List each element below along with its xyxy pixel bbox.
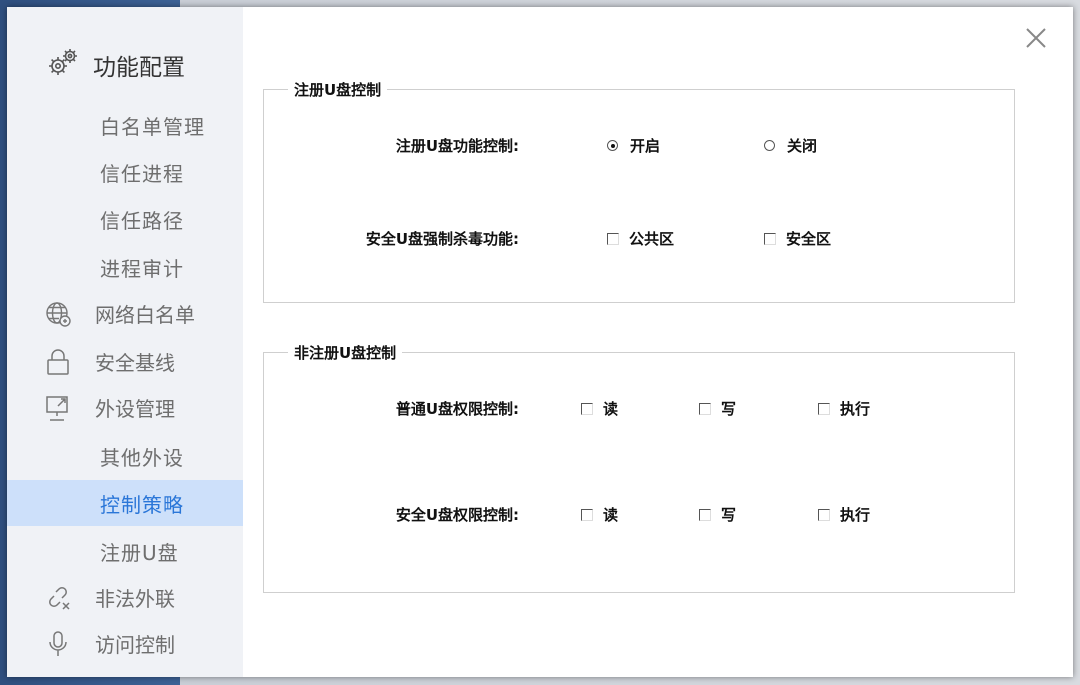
checkbox-label: 写 [721, 506, 737, 524]
sidebar-item-process-audit[interactable]: 进程审计 [7, 245, 243, 289]
checkbox-box [818, 508, 830, 521]
sidebar-item-network-whitelist[interactable]: 网络白名单 [7, 291, 243, 335]
sidebar-item-label: 信任路径 [100, 208, 184, 233]
checkbox-label: 读 [603, 506, 619, 524]
checkbox-secure-execute[interactable]: 执行 [818, 504, 870, 525]
sidebar-item-label: 信任进程 [100, 161, 184, 186]
sidebar-item-label: 外设管理 [95, 396, 175, 421]
radio-label: 关闭 [787, 137, 818, 155]
checkbox-secure-read[interactable]: 读 [581, 504, 618, 525]
settings-dialog: 功能配置 白名单管理 信任进程 信任路径 进程审计 网络白名单 安全基线 外设管… [7, 7, 1073, 677]
sidebar-item-label: 白名单管理 [100, 114, 205, 139]
sidebar-item-label: 安全基线 [95, 350, 175, 375]
radio-label: 开启 [630, 137, 661, 155]
close-button[interactable] [1019, 21, 1053, 55]
sidebar-header: 功能配置 [45, 47, 185, 83]
broken-link-icon [44, 584, 72, 612]
secure-usb-permission-label: 安全U盘权限控制: [395, 506, 519, 524]
radio-indicator [607, 140, 618, 151]
sidebar-item-other-peripherals[interactable]: 其他外设 [7, 434, 243, 478]
sidebar-item-label: 注册U盘 [100, 540, 179, 565]
sidebar-item-label: 其他外设 [100, 445, 184, 470]
sidebar-item-security-baseline[interactable]: 安全基线 [7, 339, 243, 383]
sidebar-item-label: 访问控制 [95, 632, 175, 657]
checkbox-label: 读 [603, 400, 619, 418]
globe-icon [44, 300, 72, 328]
sidebar-item-illegal-outreach[interactable]: 非法外联 [7, 575, 243, 619]
normal-usb-permission-label: 普通U盘权限控制: [395, 400, 519, 418]
checkbox-box [607, 232, 619, 245]
group-title: 注册U盘控制 [288, 79, 388, 100]
checkbox-public-zone[interactable]: 公共区 [607, 228, 674, 249]
sidebar-item-control-policy[interactable]: 控制策略 [7, 480, 243, 526]
group-title: 非注册U盘控制 [288, 342, 403, 363]
checkbox-secure-write[interactable]: 写 [699, 504, 736, 525]
checkbox-normal-write[interactable]: 写 [699, 398, 736, 419]
lock-icon [44, 348, 72, 376]
sidebar-item-whitelist[interactable]: 白名单管理 [7, 103, 243, 147]
checkbox-box [581, 508, 593, 521]
sidebar-item-registered-usb[interactable]: 注册U盘 [7, 529, 243, 573]
checkbox-label: 写 [721, 400, 737, 418]
checkbox-box [699, 402, 711, 415]
sidebar-item-trusted-process[interactable]: 信任进程 [7, 150, 243, 194]
radio-indicator [764, 140, 775, 151]
registered-usb-group: 注册U盘控制 注册U盘功能控制: 开启 关闭 安全U盘强制杀毒功能: 公共区 安… [263, 79, 1015, 303]
checkbox-label: 安全区 [786, 230, 832, 248]
antivirus-label: 安全U盘强制杀毒功能: [365, 230, 519, 248]
sidebar-item-label: 进程审计 [100, 256, 184, 281]
sidebar-title: 功能配置 [93, 55, 185, 81]
sidebar-item-label: 网络白名单 [95, 302, 195, 327]
sidebar-item-label: 控制策略 [100, 492, 184, 517]
checkbox-box [764, 232, 776, 245]
sidebar-item-label: 非法外联 [95, 586, 175, 611]
sidebar-item-peripheral-management[interactable]: 外设管理 [7, 385, 243, 429]
radio-enable[interactable]: 开启 [607, 135, 660, 156]
checkbox-box [581, 402, 593, 415]
register-function-label: 注册U盘功能控制: [395, 137, 519, 155]
checkbox-label: 执行 [840, 506, 871, 524]
close-icon [1019, 28, 1053, 59]
gear-icon [45, 45, 81, 85]
checkbox-label: 执行 [840, 400, 871, 418]
microphone-icon [44, 630, 72, 658]
checkbox-secure-zone[interactable]: 安全区 [764, 228, 831, 249]
radio-disable[interactable]: 关闭 [764, 135, 817, 156]
checkbox-box [818, 402, 830, 415]
sidebar-item-access-control[interactable]: 访问控制 [7, 621, 243, 665]
checkbox-box [699, 508, 711, 521]
checkbox-label: 公共区 [629, 230, 675, 248]
monitor-icon [44, 394, 72, 422]
checkbox-normal-execute[interactable]: 执行 [818, 398, 870, 419]
sidebar: 功能配置 白名单管理 信任进程 信任路径 进程审计 网络白名单 安全基线 外设管… [7, 7, 243, 677]
unregistered-usb-group: 非注册U盘控制 普通U盘权限控制: 读 写 执行 安全U盘权限控制: 读 写 执… [263, 342, 1015, 593]
sidebar-item-trusted-path[interactable]: 信任路径 [7, 197, 243, 241]
checkbox-normal-read[interactable]: 读 [581, 398, 618, 419]
